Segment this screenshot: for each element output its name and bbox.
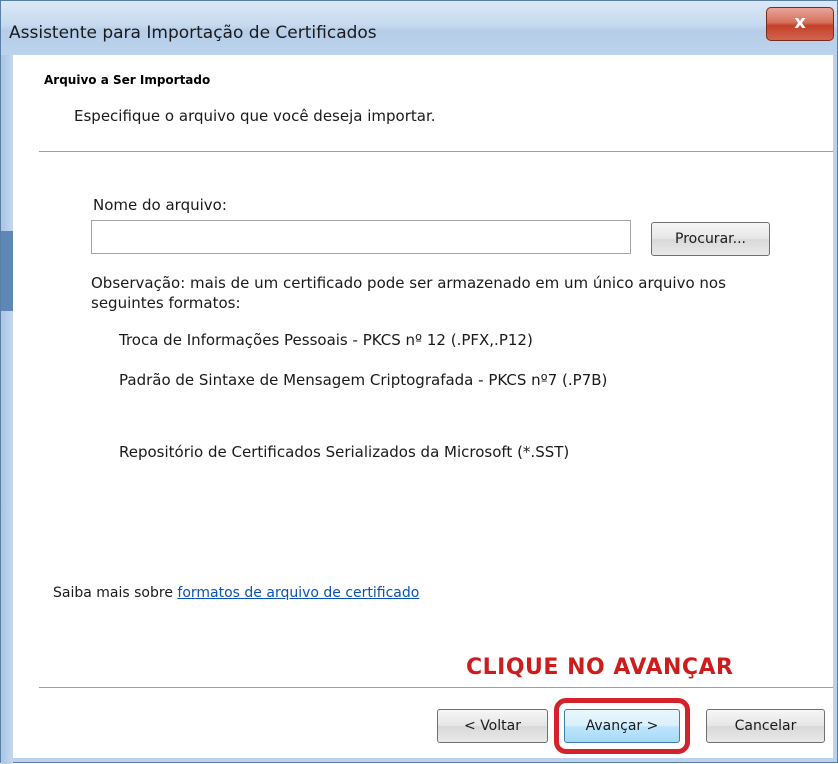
learn-more-prefix: Saiba mais sobre [53,585,178,601]
next-button-highlight [554,698,690,754]
format-item-p7b: Padrão de Sintaxe de Mensagem Criptograf… [119,371,608,389]
page-subtitle: Especifique o arquivo que você deseja im… [74,107,436,125]
header-divider [39,151,833,153]
close-button[interactable]: x [766,7,834,41]
back-button[interactable]: < Voltar [437,709,548,743]
format-item-pfx: Troca de Informações Pessoais - PKCS nº … [119,331,533,349]
footer-divider [39,687,833,689]
title-bar[interactable]: Assistente para Importação de Certificad… [1,1,837,55]
import-wizard-window: Assistente para Importação de Certificad… [0,0,838,764]
window-left-border [1,55,13,764]
formats-note: Observação: mais de um certificado pode … [91,274,726,312]
learn-more-text: Saiba mais sobre formatos de arquivo de … [53,585,419,601]
window-left-shadow [1,231,13,311]
file-name-label: Nome do arquivo: [93,196,227,214]
format-item-sst: Repositório de Certificados Serializados… [119,443,570,461]
window-title: Assistente para Importação de Certificad… [9,23,377,43]
page-title: Arquivo a Ser Importado [44,73,211,87]
file-name-input[interactable] [91,220,631,254]
certificate-formats-link[interactable]: formatos de arquivo de certificado [177,585,419,601]
browse-button[interactable]: Procurar... [651,222,770,256]
cancel-button[interactable]: Cancelar [706,709,825,743]
close-icon: x [794,12,806,33]
click-next-annotation: CLIQUE NO AVANÇAR [466,655,734,680]
wizard-content [13,55,833,758]
